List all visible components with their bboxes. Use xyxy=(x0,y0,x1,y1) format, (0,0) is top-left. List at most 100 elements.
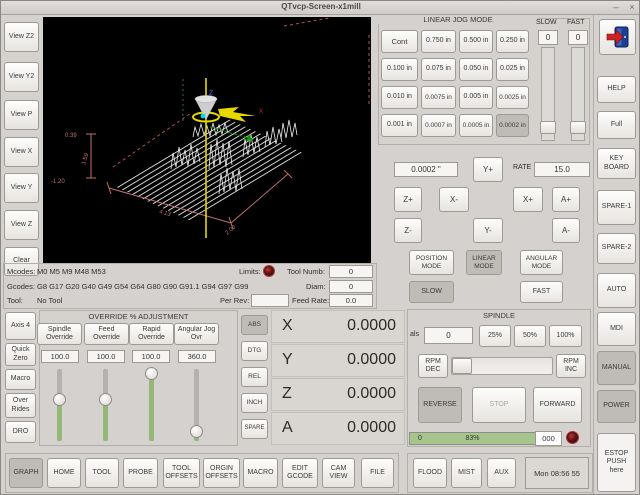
jog-x-plus-button[interactable]: X+ xyxy=(513,187,543,212)
view-z2-button[interactable]: View Z2 xyxy=(4,22,39,52)
jog-y-plus-button[interactable]: Y+ xyxy=(473,157,503,182)
tab-help[interactable]: HELP xyxy=(597,76,636,103)
jog-a-minus-button[interactable]: A- xyxy=(552,218,580,243)
rapid-override-button[interactable]: Rapid Override xyxy=(129,323,174,345)
tab-manual[interactable]: MANUAL xyxy=(597,351,636,385)
tab-spare-1[interactable]: SPARE-1 xyxy=(597,190,636,225)
tab-keyboard[interactable]: KEY BOARD xyxy=(597,148,636,179)
view-x-button[interactable]: View X xyxy=(4,137,39,167)
tab-tool-offsets[interactable]: TOOL OFFSETS xyxy=(163,458,200,488)
jog-increment-0250[interactable]: 0.250 in xyxy=(496,30,529,53)
dro-dtg-button[interactable]: DTG xyxy=(241,341,268,361)
dro-spare-button[interactable]: SPARE xyxy=(241,419,268,439)
tab-spare-2[interactable]: SPARE-2 xyxy=(597,233,636,264)
jog-y-minus-button[interactable]: Y- xyxy=(473,218,503,243)
tab-probe[interactable]: PROBE xyxy=(123,458,158,488)
angular-jog-override-button[interactable]: Angular Jog Ovr xyxy=(174,323,219,345)
tab-quick-zero[interactable]: Quick Zero xyxy=(5,343,36,366)
tab-macro[interactable]: Macro xyxy=(5,369,36,390)
fast-slider-handle[interactable] xyxy=(570,121,586,134)
jog-increment-0100[interactable]: 0.100 in xyxy=(381,58,418,81)
tab-tool[interactable]: TOOL xyxy=(85,458,119,488)
spindle-actual-value: 0 xyxy=(424,327,473,344)
tab-over-rides[interactable]: Over Rides xyxy=(5,393,36,418)
rpm-dec-button[interactable]: RPM DEC xyxy=(418,354,448,378)
rpm-inc-button[interactable]: RPM INC xyxy=(556,354,586,378)
tab-dro[interactable]: DRO xyxy=(5,421,36,443)
jog-slow-button[interactable]: SLOW xyxy=(409,281,454,303)
view-y-button[interactable]: View Y xyxy=(4,173,39,203)
jog-increment-0001[interactable]: 0.001 in xyxy=(381,114,418,137)
tab-orgin-offsets[interactable]: ORGIN OFFSETS xyxy=(203,458,240,488)
power-button[interactable]: POWER xyxy=(597,390,636,423)
linear-mode-button[interactable]: LINEAR MODE xyxy=(466,250,502,275)
tab-axis-4[interactable]: Axis 4 xyxy=(5,312,36,340)
spindle-als-label: als xyxy=(410,331,419,338)
feed-override-button[interactable]: Feed Override xyxy=(84,323,129,345)
slow-slider-handle[interactable] xyxy=(540,121,556,134)
estop-button[interactable]: ESTOP PUSH here xyxy=(597,433,636,492)
jog-z-plus-button[interactable]: Z+ xyxy=(394,187,422,212)
mist-button[interactable]: MIST xyxy=(451,458,482,488)
feed-override-handle[interactable] xyxy=(99,393,112,406)
minimize-icon[interactable]: – xyxy=(609,1,623,14)
tab-cam-view[interactable]: CAM VIEW xyxy=(322,458,355,488)
gcodes-value: G8 G17 G20 G40 G49 G54 G64 G80 G90 G91.1… xyxy=(37,282,248,291)
spindle-rpm-setting[interactable]: 000 xyxy=(535,431,562,446)
spindle-override-handle[interactable] xyxy=(53,393,66,406)
jog-increment-0005[interactable]: 0.005 in xyxy=(459,86,493,109)
tab-file[interactable]: FILE xyxy=(361,458,394,488)
tab-edit-gcode[interactable]: EDIT GCODE xyxy=(282,458,318,488)
tool-cone-top xyxy=(195,95,217,102)
dro-z-value: 0.0000 xyxy=(347,385,396,403)
dro-abs-button[interactable]: ABS xyxy=(241,315,268,335)
jog-increment-00002[interactable]: 0.0002 in xyxy=(496,114,529,137)
jog-increment-00075[interactable]: 0.0075 in xyxy=(421,86,456,109)
jog-increment-0075[interactable]: 0.075 in xyxy=(421,58,456,81)
angular-jog-override-handle[interactable] xyxy=(190,425,203,438)
jog-increment-0050[interactable]: 0.050 in xyxy=(459,58,493,81)
spindle-slider-handle[interactable] xyxy=(452,358,472,374)
tab-home[interactable]: HOME xyxy=(47,458,81,488)
spindle-25pct-button[interactable]: 25% xyxy=(479,325,511,347)
tab-macro-bottom[interactable]: MACRO xyxy=(243,458,278,488)
jog-increment-00025[interactable]: 0.0025 in xyxy=(496,86,529,109)
tab-full[interactable]: Full xyxy=(597,111,636,139)
position-mode-button[interactable]: POSITION MODE xyxy=(409,250,454,275)
rapid-override-handle[interactable] xyxy=(145,367,158,380)
aux-button[interactable]: AUX xyxy=(487,458,516,488)
jog-increment-0500[interactable]: 0.500 in xyxy=(459,30,493,53)
tab-auto[interactable]: AUTO xyxy=(597,273,636,308)
spindle-100pct-button[interactable]: 100% xyxy=(549,325,582,347)
dro-row-x: X 0.0000 xyxy=(271,310,405,343)
tab-mdi[interactable]: MDI xyxy=(597,312,636,346)
spindle-stop-button[interactable]: STOP xyxy=(472,387,526,423)
exit-button[interactable] xyxy=(599,19,636,55)
spindle-reverse-button[interactable]: REVERSE xyxy=(418,387,462,423)
jog-increment-00005[interactable]: 0.0005 in xyxy=(459,114,493,137)
close-icon[interactable]: × xyxy=(625,1,639,14)
jog-z-minus-button[interactable]: Z- xyxy=(394,218,422,243)
jog-increment-0025[interactable]: 0.025 in xyxy=(496,58,529,81)
dro-rel-button[interactable]: REL xyxy=(241,367,268,387)
spindle-override-button[interactable]: Spindle Override xyxy=(37,323,82,345)
spindle-forward-button[interactable]: FORWARD xyxy=(533,387,582,423)
dro-inch-button[interactable]: INCH xyxy=(241,393,268,413)
gcode-3d-preview[interactable]: 0.39 -1.20 1.59 4.13 2.00 Z X xyxy=(43,17,371,263)
flood-button[interactable]: FLOOD xyxy=(413,458,447,488)
jog-increment-0010[interactable]: 0.010 in xyxy=(381,86,418,109)
dro-y-value: 0.0000 xyxy=(347,351,396,369)
jog-a-plus-button[interactable]: A+ xyxy=(552,187,580,212)
view-p-button[interactable]: View P xyxy=(4,100,39,130)
view-z-button[interactable]: View Z xyxy=(4,210,39,240)
jog-increment-0750[interactable]: 0.750 in xyxy=(421,30,456,53)
tab-graph[interactable]: GRAPH xyxy=(9,458,43,488)
spindle-50pct-button[interactable]: 50% xyxy=(514,325,546,347)
jog-increment-cont[interactable]: Cont xyxy=(381,30,418,53)
dim-z-top: 0.39 xyxy=(65,133,77,139)
angular-mode-button[interactable]: ANGULAR MODE xyxy=(520,250,563,275)
jog-x-minus-button[interactable]: X- xyxy=(439,187,469,212)
jog-fast-button[interactable]: FAST xyxy=(520,281,563,303)
jog-increment-00007[interactable]: 0.0007 in xyxy=(421,114,456,137)
view-y2-button[interactable]: View Y2 xyxy=(4,62,39,92)
